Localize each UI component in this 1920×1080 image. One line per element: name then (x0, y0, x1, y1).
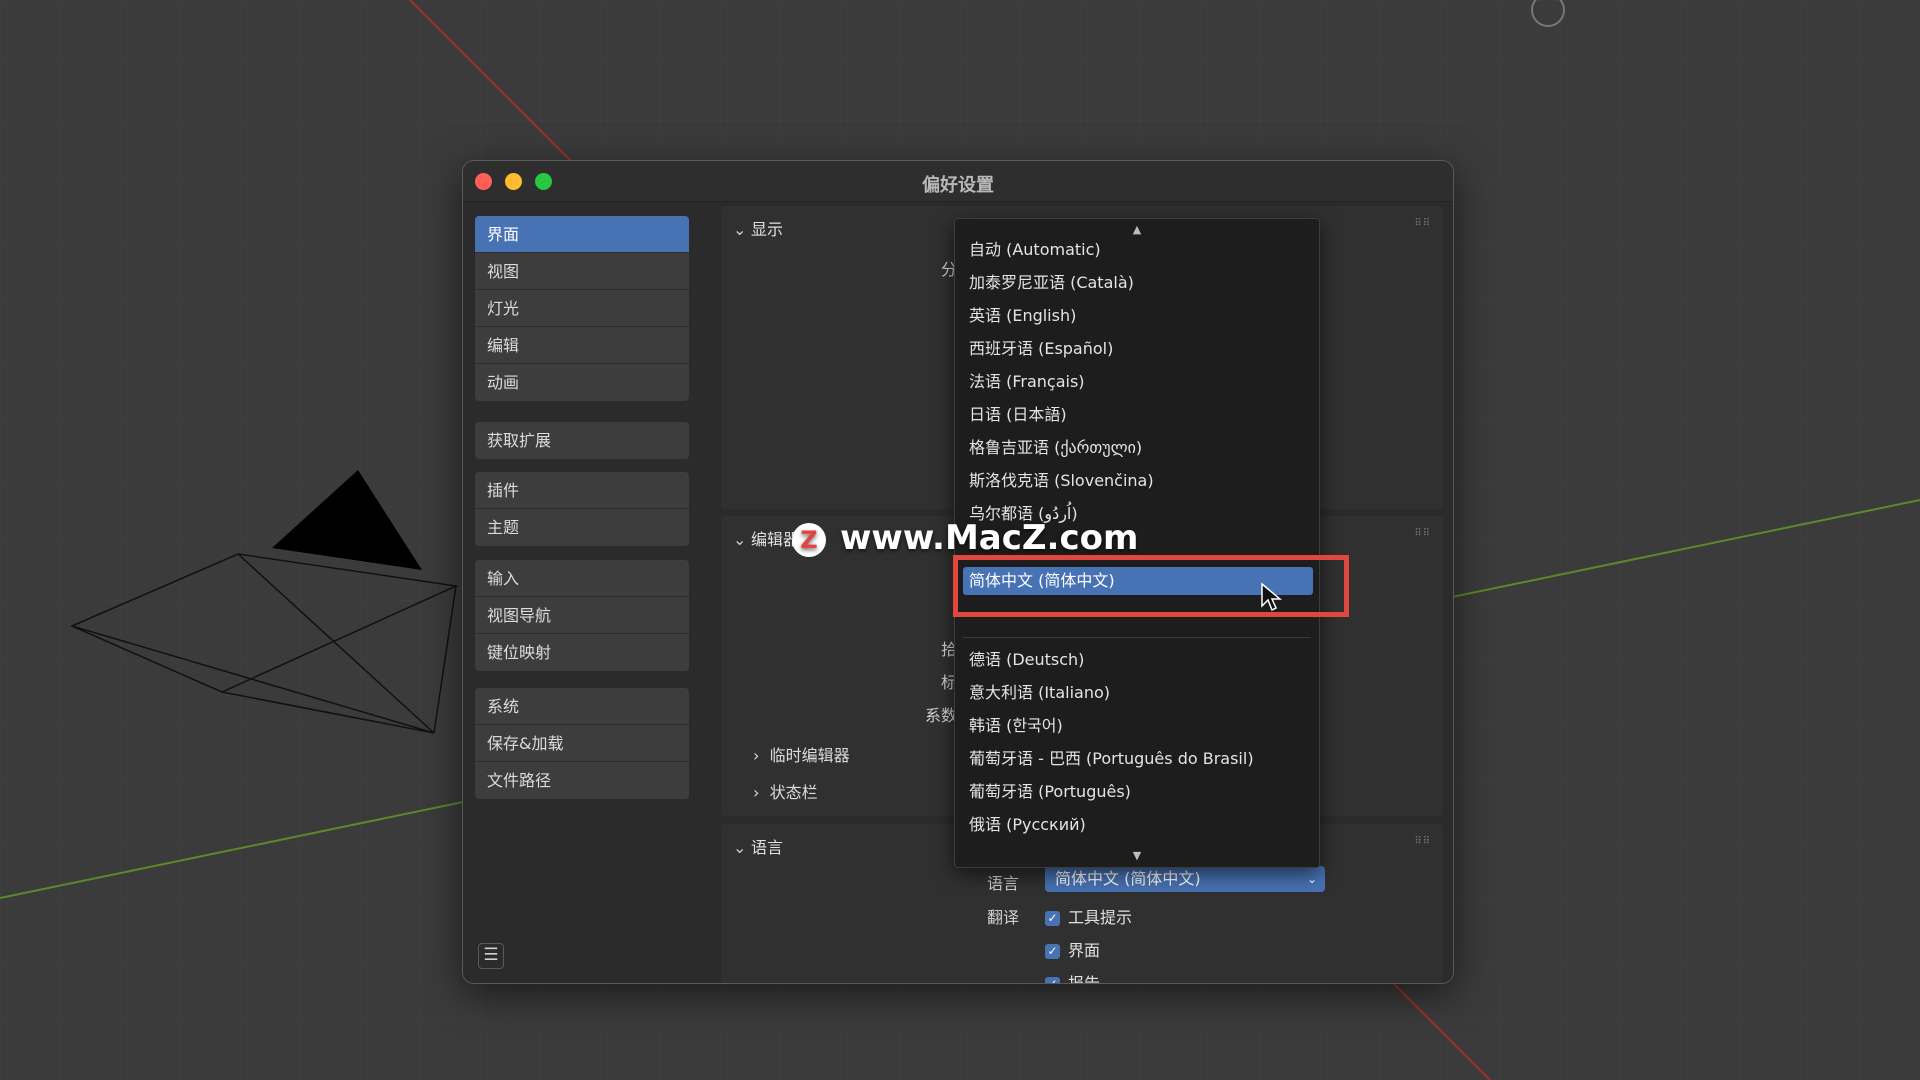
interface-checkbox-row[interactable]: ✓ 界面 (1045, 937, 1100, 961)
chevron-right-icon: › (753, 783, 760, 802)
sidebar-item-addons[interactable]: 插件 (475, 472, 689, 509)
display-panel-title: 显示 (751, 220, 784, 239)
language-select[interactable]: 简体中文 (简体中文) ⌄ (1045, 866, 1325, 892)
status-bar-label: 状态栏 (769, 783, 818, 802)
watermark-text: www.MacZ.com (840, 518, 1139, 558)
language-option[interactable]: 葡萄牙语 - 巴西 (Português do Brasil) (969, 745, 1313, 773)
sidebar-item-keymap[interactable]: 键位映射 (475, 634, 689, 671)
language-option[interactable]: 俄语 (Русский) (969, 811, 1313, 839)
language-panel-header[interactable]: ⌄ 语言 (733, 834, 783, 858)
language-option[interactable]: 英语 (English) (969, 302, 1313, 330)
language-option[interactable]: 斯洛伐克语 (Slovenčina) (969, 467, 1313, 495)
chevron-down-icon: ⌄ (1306, 872, 1317, 886)
scroll-up-arrow-icon[interactable]: ▲ (955, 223, 1319, 236)
reports-label: 报告 (1068, 974, 1101, 984)
language-panel-title: 语言 (751, 838, 784, 857)
chevron-right-icon: › (753, 746, 760, 765)
dropdown-separator (963, 637, 1311, 638)
status-bar-section[interactable]: › 状态栏 (753, 779, 818, 803)
sidebar: 界面 视图 灯光 编辑 动画 获取扩展 插件 主题 输入 视图导航 键位映射 系… (463, 202, 709, 983)
sidebar-item-navigation[interactable]: 视图导航 (475, 597, 689, 634)
tooltips-checkbox-row[interactable]: ✓ 工具提示 (1045, 904, 1132, 928)
language-option[interactable]: 意大利语 (Italiano) (969, 679, 1313, 707)
titlebar: 偏好设置 (463, 161, 1453, 202)
language-option[interactable]: 加泰罗尼亚语 (Català) (969, 269, 1313, 297)
language-option[interactable]: 葡萄牙语 (Português) (969, 778, 1313, 806)
chevron-down-icon: ⌄ (733, 220, 747, 239)
watermark: Zwww.MacZ.com (792, 518, 1138, 558)
partial-label: 系数 (925, 706, 958, 725)
nav-group-5: 系统 保存&加载 文件路径 (475, 688, 689, 799)
checkbox-checked-icon[interactable]: ✓ (1045, 911, 1060, 926)
language-option[interactable]: 格鲁吉亚语 (ქართული) (969, 434, 1313, 462)
nav-group-3: 插件 主题 (475, 472, 689, 546)
sidebar-item-lights[interactable]: 灯光 (475, 290, 689, 327)
language-label: 语言 (987, 874, 1020, 893)
translate-label: 翻译 (987, 908, 1020, 927)
mouse-pointer-icon (1261, 582, 1282, 612)
language-option[interactable]: 自动 (Automatic) (969, 236, 1313, 264)
checkbox-checked-icon[interactable]: ✓ (1045, 944, 1060, 959)
temp-editor-section[interactable]: › 临时编辑器 (753, 742, 850, 766)
language-option[interactable]: 日语 (日本語) (969, 401, 1313, 429)
chevron-down-icon: ⌄ (733, 530, 747, 549)
sidebar-item-editing[interactable]: 编辑 (475, 327, 689, 364)
window-title: 偏好设置 (922, 175, 994, 196)
checkbox-checked-icon[interactable]: ✓ (1045, 977, 1060, 983)
language-option[interactable]: 西班牙语 (Español) (969, 335, 1313, 363)
nav-group-4: 输入 视图导航 键位映射 (475, 560, 689, 671)
scroll-down-arrow-icon[interactable]: ▼ (955, 849, 1319, 862)
chevron-down-icon: ⌄ (733, 838, 747, 857)
display-panel-header[interactable]: ⌄ 显示 (733, 216, 783, 240)
drag-grip-icon[interactable]: ⠿⠿ (1414, 528, 1431, 539)
drag-grip-icon[interactable]: ⠿⠿ (1414, 218, 1431, 229)
temp-editor-label: 临时编辑器 (769, 746, 850, 765)
sidebar-item-animation[interactable]: 动画 (475, 364, 689, 401)
sidebar-item-themes[interactable]: 主题 (475, 509, 689, 546)
sidebar-item-get-extensions[interactable]: 获取扩展 (475, 422, 689, 459)
nav-group-1: 界面 视图 灯光 编辑 动画 (475, 216, 689, 401)
drag-grip-icon[interactable]: ⠿⠿ (1414, 836, 1431, 847)
editor-panel-header[interactable]: ⌄ 编辑器 (733, 526, 799, 550)
interface-label: 界面 (1068, 941, 1101, 960)
sidebar-item-system[interactable]: 系统 (475, 688, 689, 725)
sidebar-item-file-paths[interactable]: 文件路径 (475, 762, 689, 799)
sidebar-item-save-load[interactable]: 保存&加载 (475, 725, 689, 762)
hamburger-menu-icon[interactable]: ☰ (478, 943, 504, 969)
language-option[interactable]: 法语 (Français) (969, 368, 1313, 396)
sidebar-item-viewport[interactable]: 视图 (475, 253, 689, 290)
tooltips-label: 工具提示 (1068, 908, 1133, 927)
reports-checkbox-row[interactable]: ✓ 报告 (1045, 970, 1101, 984)
language-option[interactable]: 韩语 (한국어) (969, 712, 1313, 740)
sidebar-item-input[interactable]: 输入 (475, 560, 689, 597)
sidebar-item-interface[interactable]: 界面 (475, 216, 689, 253)
watermark-logo-icon: Z (792, 522, 826, 557)
language-option[interactable]: 德语 (Deutsch) (969, 646, 1313, 674)
nav-group-2: 获取扩展 (475, 422, 689, 459)
language-select-value: 简体中文 (简体中文) (1055, 869, 1201, 888)
annotation-highlight-box (953, 555, 1349, 617)
